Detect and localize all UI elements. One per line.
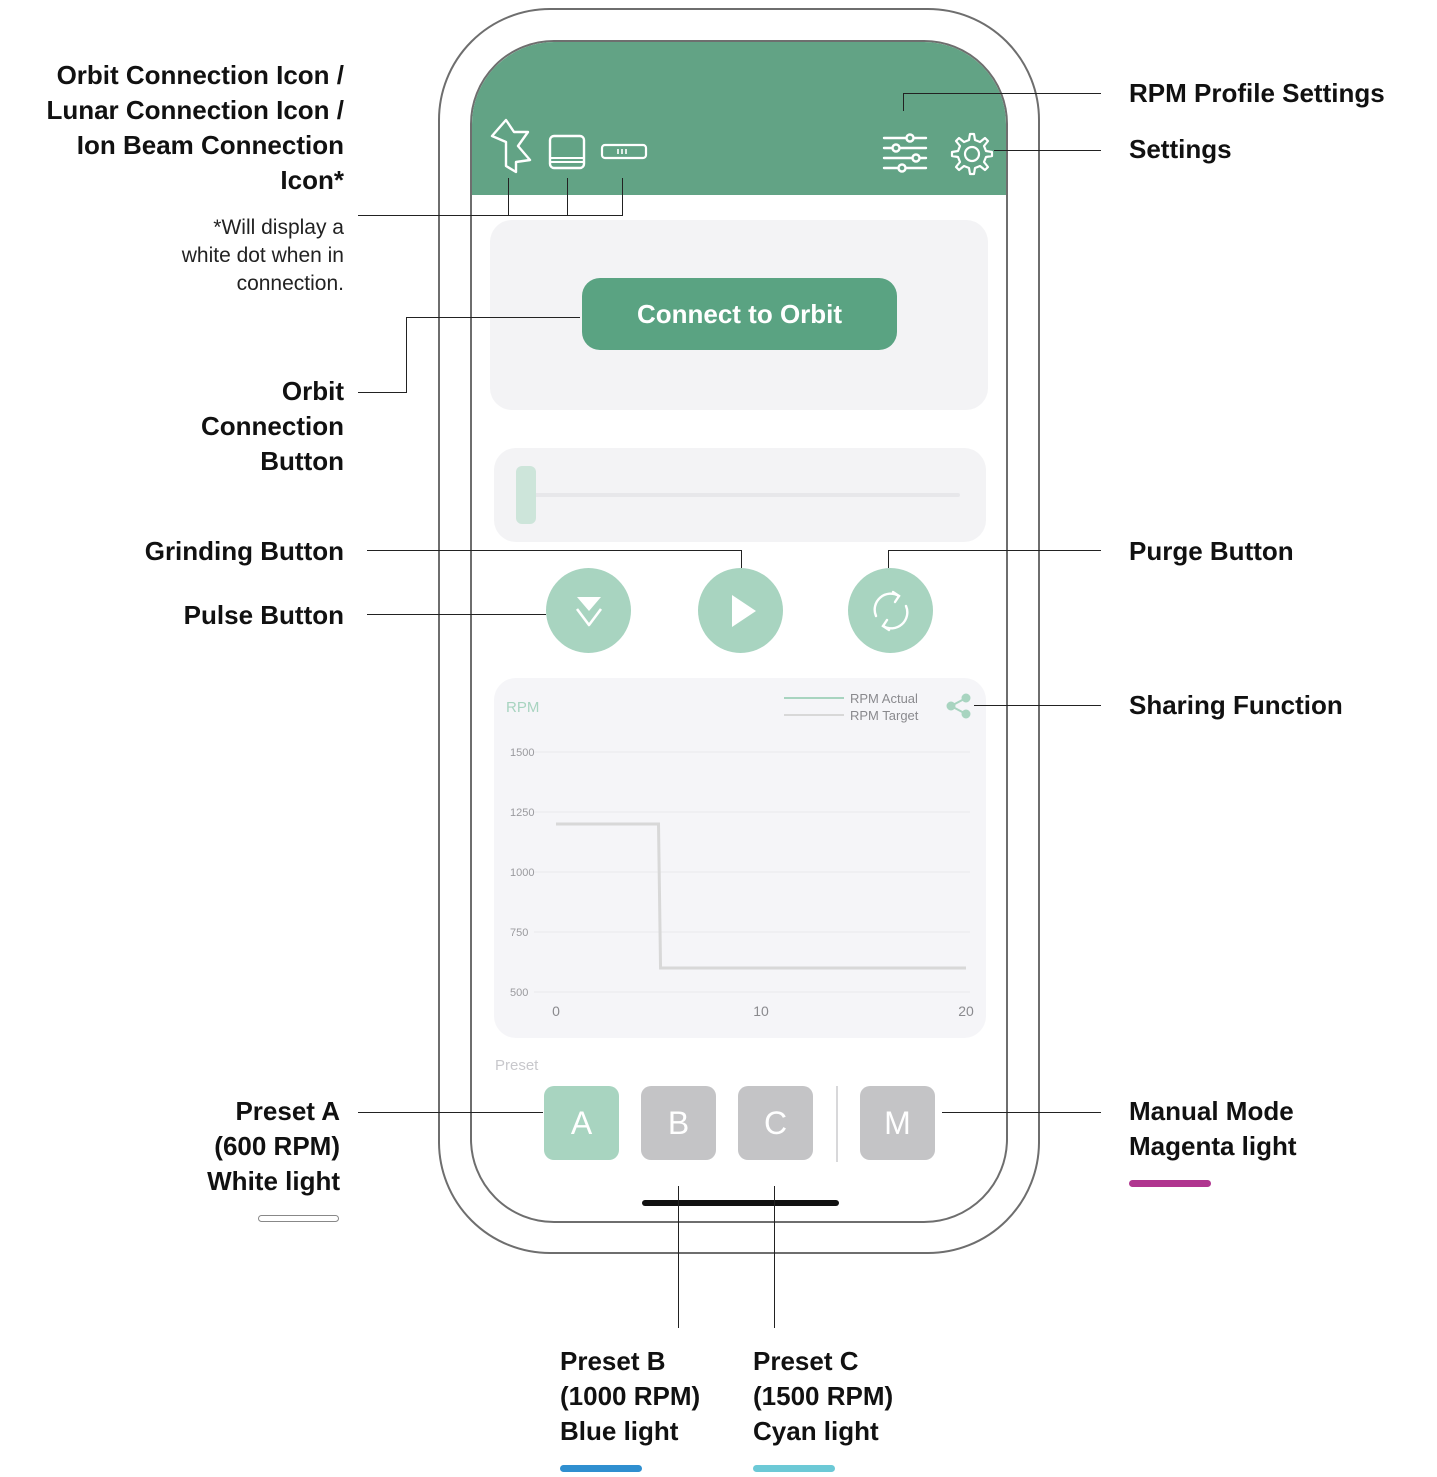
y-axis-label: RPM	[506, 699, 539, 716]
purge-button[interactable]	[848, 568, 933, 653]
leader-line	[367, 550, 741, 551]
x-tick-label: 0	[552, 1003, 560, 1019]
grinding-button-callout: Grinding Button	[144, 536, 344, 566]
slider-handle[interactable]	[516, 466, 536, 524]
y-tick-label: 1250	[510, 807, 534, 819]
connection-icons-callout: Orbit Connection Icon / Lunar Connection…	[46, 60, 344, 195]
leader-line	[678, 1186, 679, 1328]
pulse-button[interactable]	[546, 568, 631, 653]
orbit-connection-icon[interactable]	[488, 116, 534, 174]
legend-label: RPM Actual	[850, 691, 918, 706]
leader-line	[942, 1112, 1101, 1113]
grinding-button[interactable]	[698, 568, 783, 653]
orbit-button-callout: Orbit Connection Button	[201, 376, 344, 476]
purge-icon	[873, 590, 908, 631]
leader-line	[367, 614, 546, 615]
pulse-icon	[575, 596, 602, 626]
app-screen: Connect to Orbit RPM 1500 1250 1000 750 500 0 1…	[470, 40, 1008, 1223]
leader-line	[903, 93, 904, 111]
play-icon	[731, 594, 756, 627]
sharing-function-callout: Sharing Function	[1129, 690, 1343, 720]
leader-line	[358, 215, 623, 216]
connect-to-orbit-button[interactable]: Connect to Orbit	[582, 278, 897, 350]
y-tick-label: 1000	[510, 867, 534, 879]
blue-light-bar	[560, 1465, 642, 1472]
leader-line	[903, 93, 1101, 94]
leader-line	[406, 317, 580, 318]
leader-line	[358, 1112, 543, 1113]
x-tick-label: 10	[753, 1003, 769, 1019]
share-icon[interactable]	[946, 693, 972, 719]
preset-a-callout: Preset A (600 RPM) White light	[207, 1096, 340, 1196]
preset-a-button[interactable]: A	[544, 1086, 619, 1160]
slider-track[interactable]	[532, 493, 960, 497]
preset-divider	[836, 1086, 838, 1162]
pulse-button-callout: Pulse Button	[183, 600, 344, 630]
white-light-bar	[258, 1215, 339, 1222]
purge-button-callout: Purge Button	[1129, 536, 1294, 566]
y-tick-label: 500	[510, 987, 528, 999]
preset-b-button[interactable]: B	[641, 1086, 716, 1160]
rpm-profile-icon[interactable]	[882, 132, 930, 174]
preset-c-button[interactable]: C	[738, 1086, 813, 1160]
leader-line	[358, 392, 407, 393]
ion-beam-connection-icon[interactable]	[600, 142, 650, 162]
app-header	[472, 42, 1006, 195]
magenta-light-bar	[1129, 1180, 1211, 1187]
legend-label: RPM Target	[850, 708, 919, 723]
gear-icon[interactable]	[950, 132, 994, 176]
x-tick-label: 20	[958, 1003, 974, 1019]
leader-line	[994, 150, 1101, 151]
y-tick-label: 750	[510, 927, 528, 939]
leader-line	[406, 317, 407, 393]
lunar-connection-icon[interactable]	[548, 134, 588, 172]
preset-label: Preset	[495, 1057, 539, 1074]
preset-b-callout: Preset B (1000 RPM) Blue light	[560, 1346, 701, 1446]
connection-note: *Will display a white dot when in connec…	[181, 216, 344, 295]
leader-line	[567, 178, 568, 215]
manual-mode-button[interactable]: M	[860, 1086, 935, 1160]
chart-card: RPM 1500 1250 1000 750 500 0 10 20 RPM Actual RPM …	[494, 678, 986, 1038]
series-line-rpm-target	[556, 822, 966, 970]
leader-line	[508, 178, 509, 215]
leader-line	[974, 705, 1101, 706]
leader-line	[741, 550, 742, 568]
y-tick-label: 1500	[510, 747, 534, 759]
home-indicator	[642, 1200, 839, 1206]
leader-line	[888, 550, 889, 568]
leader-line	[888, 550, 1101, 551]
leader-line	[622, 178, 623, 215]
settings-callout: Settings	[1129, 134, 1232, 164]
rpm-profile-callout: RPM Profile Settings	[1129, 78, 1385, 108]
leader-line	[774, 1186, 775, 1328]
rpm-chart: RPM 1500 1250 1000 750 500 0 10 20 RPM Actual RPM …	[506, 691, 974, 1019]
cyan-light-bar	[753, 1465, 835, 1472]
manual-mode-callout: Manual Mode Magenta light	[1129, 1096, 1297, 1161]
preset-c-callout: Preset C (1500 RPM) Cyan light	[753, 1346, 894, 1446]
